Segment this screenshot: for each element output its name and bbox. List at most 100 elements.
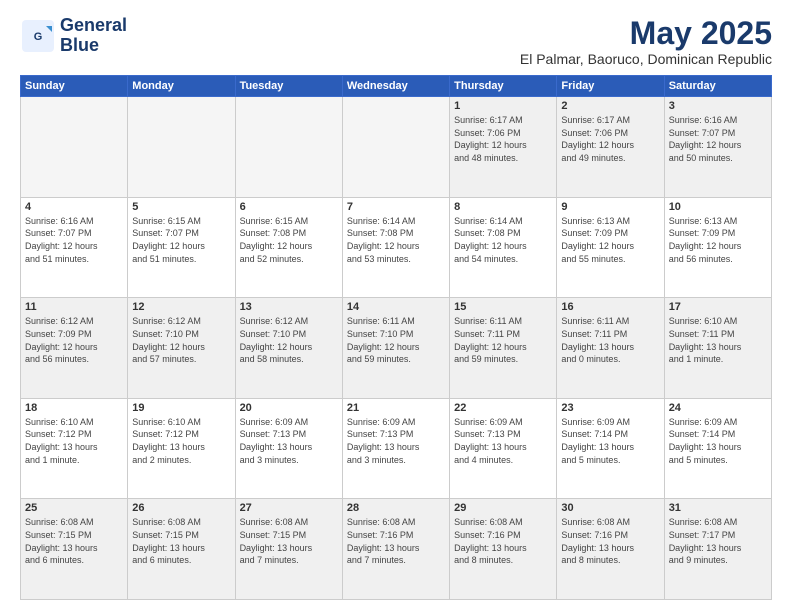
day-cell [128,97,235,198]
day-cell: 17 Sunrise: 6:10 AM Sunset: 7:11 PM Dayli… [664,298,771,399]
day-info: Sunrise: 6:08 AM Sunset: 7:15 PM Dayligh… [240,516,338,566]
day-number: 20 [240,402,338,414]
week-row-2: 11Sunrise: 6:12 AM Sunset: 7:09 PM Dayli… [21,298,772,399]
logo: G General Blue [20,16,127,56]
day-cell: 20Sunrise: 6:09 AM Sunset: 7:13 PM Dayli… [235,398,342,499]
day-info: Sunrise: 6:16 AM Sunset: 7:07 PM Dayligh… [669,114,767,164]
day-info: Sunrise: 6:12 AM Sunset: 7:09 PM Dayligh… [25,315,123,365]
day-number: 18 [25,402,123,414]
day-info: Sunrise: 6:10 AM Sunset: 7:12 PM Dayligh… [132,416,230,466]
day-number: 5 [132,201,230,213]
day-number: 30 [561,502,659,514]
day-info: Sunrise: 6:16 AM Sunset: 7:07 PM Dayligh… [25,215,123,265]
day-cell: 23 Sunrise: 6:09 AM Sunset: 7:14 PM Dayli… [557,398,664,499]
day-info: Sunrise: 6:08 AM Sunset: 7:15 PM Dayligh… [25,516,123,566]
day-cell: 16 Sunrise: 6:11 AM Sunset: 7:11 PM Dayli… [557,298,664,399]
day-number: 6 [240,201,338,213]
day-number: 9 [561,201,659,213]
col-header-saturday: Saturday [664,76,771,97]
col-header-wednesday: Wednesday [342,76,449,97]
col-header-monday: Monday [128,76,235,97]
logo-text-line2: Blue [60,36,127,56]
month-title: May 2025 [520,16,772,51]
day-cell: 29 Sunrise: 6:08 AM Sunset: 7:16 PM Dayli… [450,499,557,600]
day-cell: 22Sunrise: 6:09 AM Sunset: 7:13 PM Dayli… [450,398,557,499]
logo-icon: G [20,18,56,54]
day-number: 29 [454,502,552,514]
day-cell: 1 Sunrise: 6:17 AM Sunset: 7:06 PM Daylig… [450,97,557,198]
day-number: 10 [669,201,767,213]
day-number: 13 [240,301,338,313]
day-number: 28 [347,502,445,514]
day-cell: 24 Sunrise: 6:09 AM Sunset: 7:14 PM Dayli… [664,398,771,499]
day-info: Sunrise: 6:17 AM Sunset: 7:06 PM Dayligh… [561,114,659,164]
svg-text:G: G [34,31,43,43]
day-cell [235,97,342,198]
day-info: Sunrise: 6:10 AM Sunset: 7:12 PM Dayligh… [25,416,123,466]
day-info: Sunrise: 6:09 AM Sunset: 7:13 PM Dayligh… [347,416,445,466]
day-cell: 27 Sunrise: 6:08 AM Sunset: 7:15 PM Dayli… [235,499,342,600]
week-row-1: 4Sunrise: 6:16 AM Sunset: 7:07 PM Daylig… [21,197,772,298]
title-area: May 2025 El Palmar, Baoruco, Dominican R… [520,16,772,67]
day-cell: 13 Sunrise: 6:12 AM Sunset: 7:10 PM Dayli… [235,298,342,399]
day-info: Sunrise: 6:17 AM Sunset: 7:06 PM Dayligh… [454,114,552,164]
day-number: 31 [669,502,767,514]
day-cell: 30 Sunrise: 6:08 AM Sunset: 7:16 PM Dayli… [557,499,664,600]
day-cell: 12Sunrise: 6:12 AM Sunset: 7:10 PM Dayli… [128,298,235,399]
week-row-3: 18 Sunrise: 6:10 AM Sunset: 7:12 PM Dayli… [21,398,772,499]
day-cell: 11Sunrise: 6:12 AM Sunset: 7:09 PM Dayli… [21,298,128,399]
day-cell [21,97,128,198]
day-number: 27 [240,502,338,514]
col-header-sunday: Sunday [21,76,128,97]
day-info: Sunrise: 6:10 AM Sunset: 7:11 PM Dayligh… [669,315,767,365]
page: G General Blue May 2025 El Palmar, Baoru… [0,0,792,612]
day-info: Sunrise: 6:09 AM Sunset: 7:14 PM Dayligh… [669,416,767,466]
day-info: Sunrise: 6:08 AM Sunset: 7:16 PM Dayligh… [454,516,552,566]
day-number: 1 [454,100,552,112]
col-header-friday: Friday [557,76,664,97]
day-number: 2 [561,100,659,112]
calendar-table: SundayMondayTuesdayWednesdayThursdayFrid… [20,75,772,600]
day-cell [342,97,449,198]
day-number: 14 [347,301,445,313]
day-info: Sunrise: 6:11 AM Sunset: 7:11 PM Dayligh… [561,315,659,365]
day-info: Sunrise: 6:13 AM Sunset: 7:09 PM Dayligh… [561,215,659,265]
day-cell: 21Sunrise: 6:09 AM Sunset: 7:13 PM Dayli… [342,398,449,499]
day-info: Sunrise: 6:14 AM Sunset: 7:08 PM Dayligh… [454,215,552,265]
day-number: 16 [561,301,659,313]
day-cell: 7Sunrise: 6:14 AM Sunset: 7:08 PM Daylig… [342,197,449,298]
day-number: 15 [454,301,552,313]
day-number: 23 [561,402,659,414]
subtitle: El Palmar, Baoruco, Dominican Republic [520,51,772,67]
day-cell: 8 Sunrise: 6:14 AM Sunset: 7:08 PM Daylig… [450,197,557,298]
day-info: Sunrise: 6:11 AM Sunset: 7:11 PM Dayligh… [454,315,552,365]
day-cell: 26Sunrise: 6:08 AM Sunset: 7:15 PM Dayli… [128,499,235,600]
day-number: 24 [669,402,767,414]
day-info: Sunrise: 6:08 AM Sunset: 7:16 PM Dayligh… [347,516,445,566]
day-cell: 31Sunrise: 6:08 AM Sunset: 7:17 PM Dayli… [664,499,771,600]
day-cell: 19 Sunrise: 6:10 AM Sunset: 7:12 PM Dayli… [128,398,235,499]
day-number: 3 [669,100,767,112]
day-cell: 9 Sunrise: 6:13 AM Sunset: 7:09 PM Daylig… [557,197,664,298]
day-info: Sunrise: 6:15 AM Sunset: 7:07 PM Dayligh… [132,215,230,265]
day-info: Sunrise: 6:08 AM Sunset: 7:15 PM Dayligh… [132,516,230,566]
day-cell: 5 Sunrise: 6:15 AM Sunset: 7:07 PM Daylig… [128,197,235,298]
day-number: 25 [25,502,123,514]
day-cell: 2 Sunrise: 6:17 AM Sunset: 7:06 PM Daylig… [557,97,664,198]
day-info: Sunrise: 6:12 AM Sunset: 7:10 PM Dayligh… [240,315,338,365]
day-number: 19 [132,402,230,414]
day-info: Sunrise: 6:09 AM Sunset: 7:14 PM Dayligh… [561,416,659,466]
day-cell: 4Sunrise: 6:16 AM Sunset: 7:07 PM Daylig… [21,197,128,298]
day-number: 17 [669,301,767,313]
header: G General Blue May 2025 El Palmar, Baoru… [20,16,772,67]
day-cell: 3 Sunrise: 6:16 AM Sunset: 7:07 PM Daylig… [664,97,771,198]
day-cell: 10Sunrise: 6:13 AM Sunset: 7:09 PM Dayli… [664,197,771,298]
col-header-thursday: Thursday [450,76,557,97]
day-number: 8 [454,201,552,213]
day-number: 22 [454,402,552,414]
day-info: Sunrise: 6:15 AM Sunset: 7:08 PM Dayligh… [240,215,338,265]
day-info: Sunrise: 6:11 AM Sunset: 7:10 PM Dayligh… [347,315,445,365]
header-row: SundayMondayTuesdayWednesdayThursdayFrid… [21,76,772,97]
day-info: Sunrise: 6:08 AM Sunset: 7:16 PM Dayligh… [561,516,659,566]
day-cell: 18 Sunrise: 6:10 AM Sunset: 7:12 PM Dayli… [21,398,128,499]
